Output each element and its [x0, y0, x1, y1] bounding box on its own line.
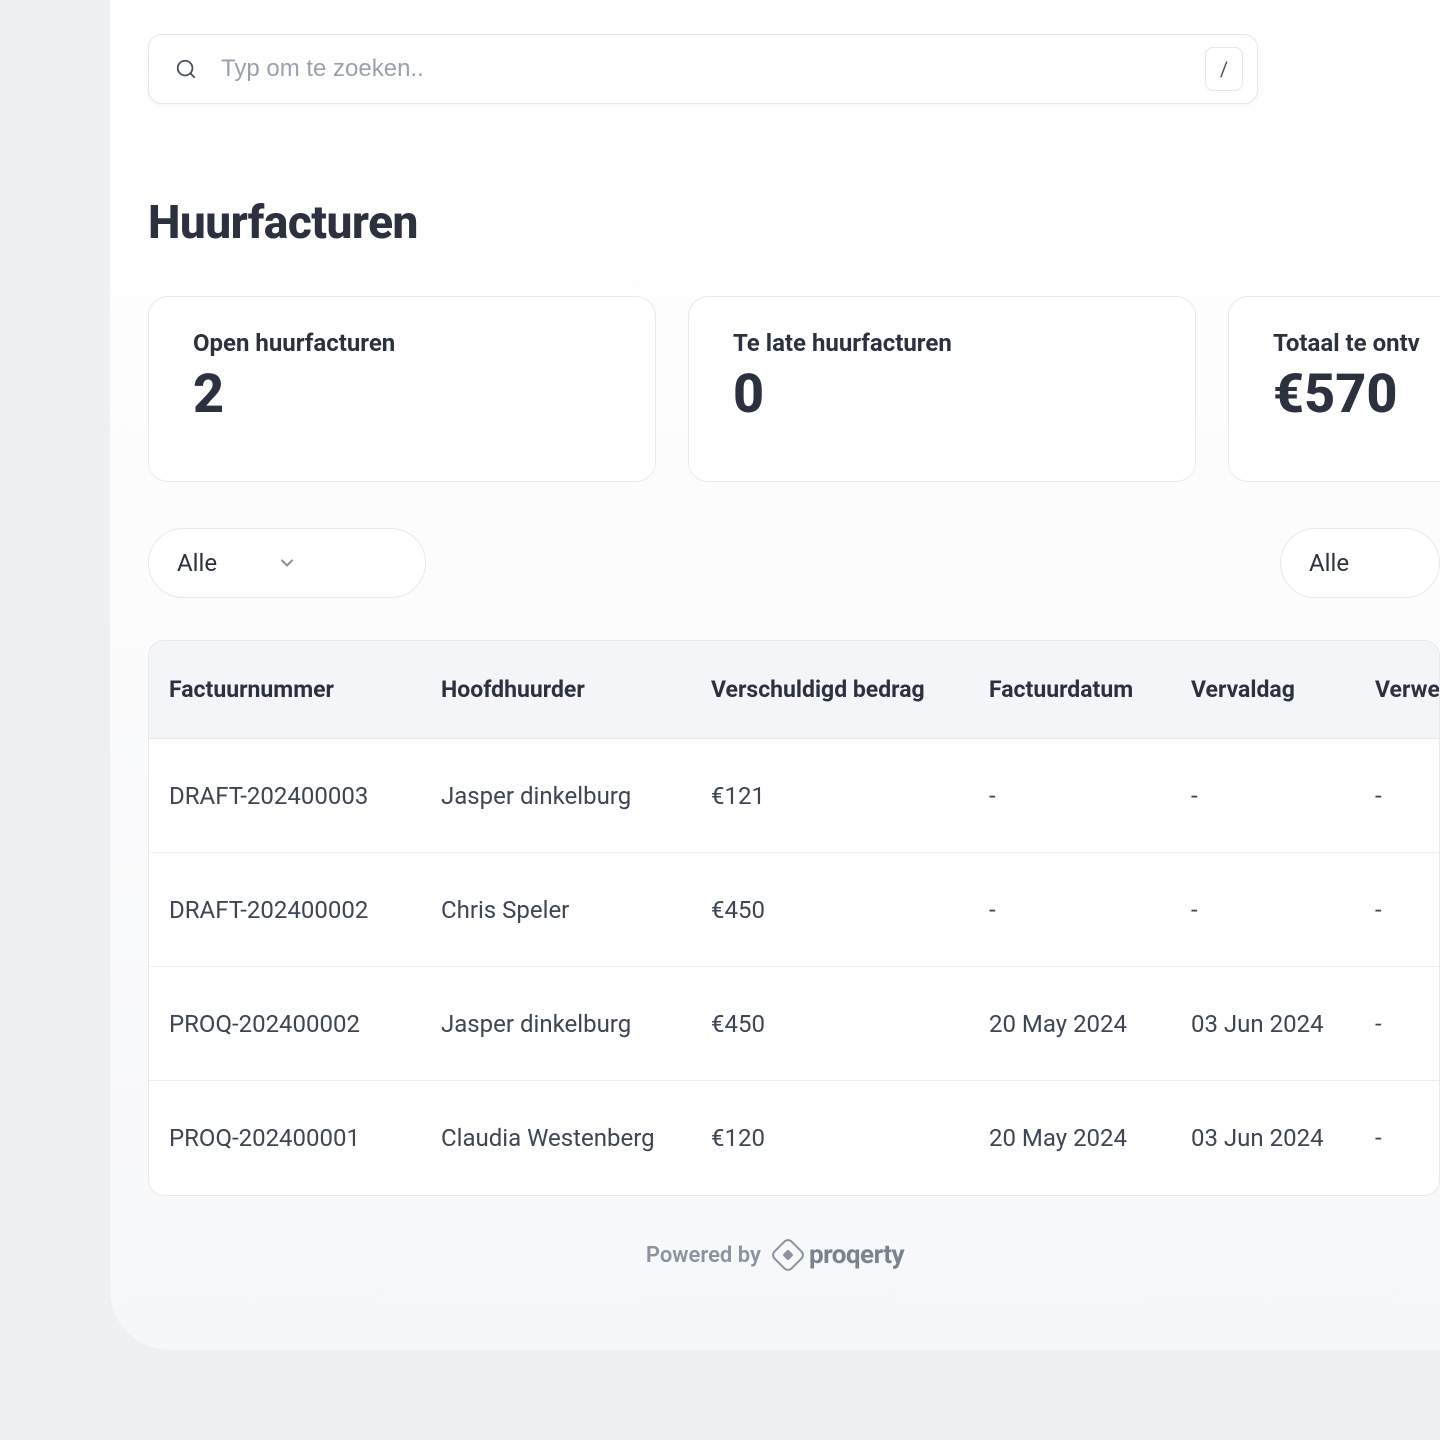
stat-label: Te late huurfacturen — [733, 329, 1151, 357]
stat-value: 2 — [193, 363, 611, 426]
search-input[interactable] — [197, 55, 1205, 83]
filter-dropdown-left[interactable]: Alle — [148, 528, 426, 598]
column-header-date: Factuurdatum — [989, 676, 1191, 703]
brand-name: proqerty — [809, 1240, 904, 1270]
cell-due: 03 Jun 2024 — [1191, 1010, 1375, 1038]
column-header-number: Factuurnummer — [169, 676, 441, 703]
cell-tenant: Chris Speler — [441, 896, 711, 924]
brand-logo-icon — [770, 1237, 807, 1274]
cell-amount: €450 — [711, 1010, 989, 1038]
cell-tenant: Jasper dinkelburg — [441, 1010, 711, 1038]
column-header-tenant: Hoofdhuurder — [441, 676, 711, 703]
powered-by-label: Powered by — [646, 1243, 761, 1268]
cell-number: PROQ-202400002 — [169, 1010, 441, 1038]
stat-cards-row: Open huurfacturen 2 Te late huurfacturen… — [148, 296, 1440, 482]
table-row[interactable]: DRAFT-202400002 Chris Speler €450 - - - — [149, 853, 1439, 967]
footer: Powered by proqerty — [110, 1240, 1440, 1270]
table-row[interactable]: PROQ-202400001 Claudia Westenberg €120 2… — [149, 1081, 1439, 1195]
chevron-down-icon — [277, 553, 297, 573]
page-container: / Huurfacturen Open huurfacturen 2 Te la… — [110, 0, 1440, 1350]
filters-row: Alle Alle — [148, 528, 1440, 598]
cell-processed: - — [1375, 1124, 1440, 1152]
stat-card-total: Totaal te ontv €570 — [1228, 296, 1440, 482]
cell-number: PROQ-202400001 — [169, 1124, 441, 1152]
cell-date: 20 May 2024 — [989, 1124, 1191, 1152]
page-title: Huurfacturen — [148, 196, 418, 250]
cell-date: - — [989, 896, 1191, 924]
cell-due: - — [1191, 896, 1375, 924]
cell-due: 03 Jun 2024 — [1191, 1124, 1375, 1152]
search-bar[interactable]: / — [148, 34, 1258, 104]
stat-card-open: Open huurfacturen 2 — [148, 296, 656, 482]
dropdown-selected: Alle — [1309, 549, 1349, 577]
column-header-due: Vervaldag — [1191, 676, 1375, 703]
cell-processed: - — [1375, 782, 1440, 810]
cell-processed: - — [1375, 1010, 1440, 1038]
cell-amount: €121 — [711, 782, 989, 810]
table-row[interactable]: PROQ-202400002 Jasper dinkelburg €450 20… — [149, 967, 1439, 1081]
stat-value: €570 — [1273, 363, 1440, 426]
stat-value: 0 — [733, 363, 1151, 426]
cell-date: - — [989, 782, 1191, 810]
table-row[interactable]: DRAFT-202400003 Jasper dinkelburg €121 -… — [149, 739, 1439, 853]
column-header-processed: Verwer — [1375, 676, 1440, 703]
brand: proqerty — [775, 1240, 904, 1270]
invoices-table: Factuurnummer Hoofdhuurder Verschuldigd … — [148, 640, 1440, 1196]
cell-tenant: Jasper dinkelburg — [441, 782, 711, 810]
table-header-row: Factuurnummer Hoofdhuurder Verschuldigd … — [149, 641, 1439, 739]
search-icon — [175, 58, 197, 80]
cell-amount: €450 — [711, 896, 989, 924]
cell-number: DRAFT-202400003 — [169, 782, 441, 810]
cell-date: 20 May 2024 — [989, 1010, 1191, 1038]
stat-card-late: Te late huurfacturen 0 — [688, 296, 1196, 482]
dropdown-selected: Alle — [177, 549, 217, 577]
cell-processed: - — [1375, 896, 1440, 924]
stat-label: Totaal te ontv — [1273, 329, 1440, 357]
column-header-amount: Verschuldigd bedrag — [711, 676, 989, 703]
cell-tenant: Claudia Westenberg — [441, 1124, 711, 1152]
search-shortcut-key: / — [1205, 47, 1243, 91]
cell-number: DRAFT-202400002 — [169, 896, 441, 924]
filter-dropdown-right[interactable]: Alle — [1280, 528, 1440, 598]
stat-label: Open huurfacturen — [193, 329, 611, 357]
cell-due: - — [1191, 782, 1375, 810]
cell-amount: €120 — [711, 1124, 989, 1152]
